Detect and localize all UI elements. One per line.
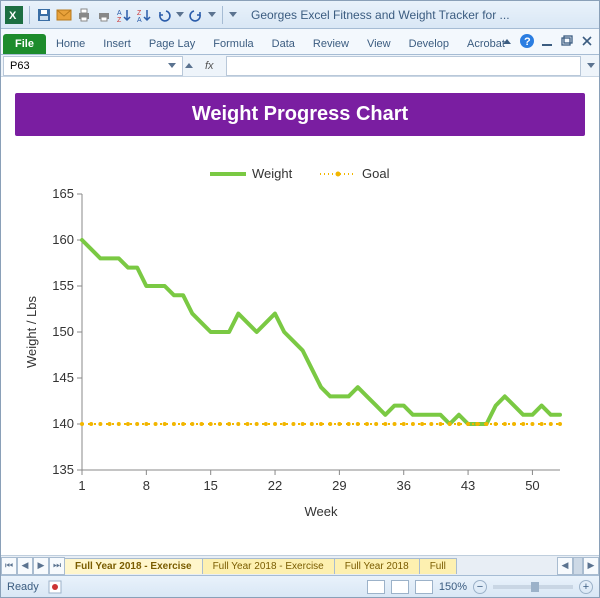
svg-text:22: 22 xyxy=(268,478,282,493)
hscroll-track[interactable] xyxy=(573,557,583,575)
sort-desc-icon[interactable]: ZA xyxy=(136,7,152,23)
window-close-icon[interactable] xyxy=(579,33,595,49)
sheet-tab-active[interactable]: Full Year 2018 - Exercise xyxy=(64,558,203,574)
legend-weight: Weight xyxy=(252,166,293,181)
tab-review[interactable]: Review xyxy=(305,34,357,54)
chart-svg: Weight Goal 135 140 145 150 155 160 165 1 8 15 22 29 3… xyxy=(15,154,585,524)
sheet-tab[interactable]: Full Year 2018 - Exercise xyxy=(202,558,335,574)
quickprint-icon[interactable] xyxy=(96,7,112,23)
svg-text:A: A xyxy=(137,17,142,23)
save-icon[interactable] xyxy=(36,7,52,23)
tab-nav-first[interactable]: ⏮ xyxy=(1,557,17,575)
file-tab[interactable]: File xyxy=(3,34,46,54)
tab-nav-prev[interactable]: ◀ xyxy=(17,557,33,575)
sheet-body: Weight Progress Chart WeightGoal13514014… xyxy=(1,77,599,555)
zoom-out-button[interactable]: − xyxy=(473,580,487,594)
window-title: Georges Excel Fitness and Weight Tracker… xyxy=(251,8,595,22)
svg-text:Z: Z xyxy=(137,10,142,17)
redo-dropdown-caret[interactable] xyxy=(208,12,216,17)
macro-record-icon[interactable] xyxy=(47,579,63,595)
tab-nav-next[interactable]: ▶ xyxy=(33,557,49,575)
zoom-level[interactable]: 150% xyxy=(439,581,467,593)
sheet-tab[interactable]: Full Year 2018 xyxy=(334,558,420,574)
svg-text:A: A xyxy=(117,10,122,17)
window-restore-icon[interactable] xyxy=(559,33,575,49)
undo-icon[interactable] xyxy=(156,7,172,23)
qat-separator xyxy=(222,6,223,24)
name-box-value: P63 xyxy=(10,60,30,72)
status-ready: Ready xyxy=(7,581,39,593)
zoom-slider[interactable] xyxy=(493,585,573,589)
window-minimize-icon[interactable] xyxy=(539,33,555,49)
svg-text:135: 135 xyxy=(52,462,74,477)
help-icon[interactable]: ? xyxy=(519,33,535,49)
name-box-caret-icon[interactable] xyxy=(168,63,176,68)
svg-text:15: 15 xyxy=(203,478,217,493)
tab-page-layout[interactable]: Page Lay xyxy=(141,34,203,54)
legend-goal: Goal xyxy=(362,166,390,181)
titlebar: X AZ ZA Georges Excel Fitness and Weight… xyxy=(1,1,599,29)
chart-area: Weight Goal 135 140 145 150 155 160 165 1 8 15 22 29 3… xyxy=(15,154,585,524)
zoom-in-button[interactable]: + xyxy=(579,580,593,594)
svg-text:43: 43 xyxy=(461,478,475,493)
tab-data[interactable]: Data xyxy=(264,34,303,54)
tab-developer[interactable]: Develop xyxy=(401,34,457,54)
sort-asc-icon[interactable]: AZ xyxy=(116,7,132,23)
svg-text:140: 140 xyxy=(52,416,74,431)
undo-dropdown-caret[interactable] xyxy=(176,12,184,17)
svg-text:8: 8 xyxy=(143,478,150,493)
tab-home[interactable]: Home xyxy=(48,34,93,54)
ribbon-minimize-caret[interactable] xyxy=(499,33,515,49)
tab-nav-last[interactable]: ⏭ xyxy=(49,557,65,575)
formula-cancel-caret[interactable] xyxy=(185,63,193,68)
hscroll-right[interactable]: ▶ xyxy=(583,557,599,575)
svg-text:165: 165 xyxy=(52,186,74,201)
y-axis-label: Weight / Lbs xyxy=(24,295,39,368)
qat-separator xyxy=(29,6,30,24)
tab-insert[interactable]: Insert xyxy=(95,34,139,54)
svg-text:X: X xyxy=(9,10,17,22)
name-box[interactable]: P63 xyxy=(3,56,183,76)
svg-text:1: 1 xyxy=(78,478,85,493)
sheet-tab[interactable]: Full xyxy=(419,558,457,574)
svg-text:160: 160 xyxy=(52,232,74,247)
svg-text:155: 155 xyxy=(52,278,74,293)
x-axis-label: Week xyxy=(305,504,338,519)
formula-bar: P63 fx xyxy=(1,55,599,77)
hscroll-left[interactable]: ◀ xyxy=(557,557,573,575)
svg-text:145: 145 xyxy=(52,370,74,385)
sheet-tab-bar: ⏮ ◀ ▶ ⏭ Full Year 2018 - Exercise Full Y… xyxy=(1,555,599,575)
ribbon-tabs: File Home Insert Page Lay Formula Data R… xyxy=(1,29,599,55)
view-normal-button[interactable] xyxy=(367,580,385,594)
svg-text:29: 29 xyxy=(332,478,346,493)
excel-logo: X xyxy=(5,6,23,24)
chart-title: Weight Progress Chart xyxy=(15,93,585,136)
tab-view[interactable]: View xyxy=(359,34,399,54)
tab-formulas[interactable]: Formula xyxy=(205,34,261,54)
weight-line xyxy=(82,240,560,424)
status-bar: Ready 150% − + xyxy=(1,575,599,597)
svg-text:?: ? xyxy=(524,36,531,48)
print-icon[interactable] xyxy=(76,7,92,23)
qat-customize-caret[interactable] xyxy=(229,12,237,17)
svg-text:Z: Z xyxy=(117,17,122,23)
redo-icon[interactable] xyxy=(188,7,204,23)
svg-text:36: 36 xyxy=(396,478,410,493)
svg-text:50: 50 xyxy=(525,478,539,493)
email-icon[interactable] xyxy=(56,7,72,23)
view-page-layout-button[interactable] xyxy=(391,580,409,594)
view-page-break-button[interactable] xyxy=(415,580,433,594)
formula-expand-caret[interactable] xyxy=(587,63,595,68)
svg-text:150: 150 xyxy=(52,324,74,339)
fx-label[interactable]: fx xyxy=(199,60,220,72)
formula-input[interactable] xyxy=(226,56,581,76)
